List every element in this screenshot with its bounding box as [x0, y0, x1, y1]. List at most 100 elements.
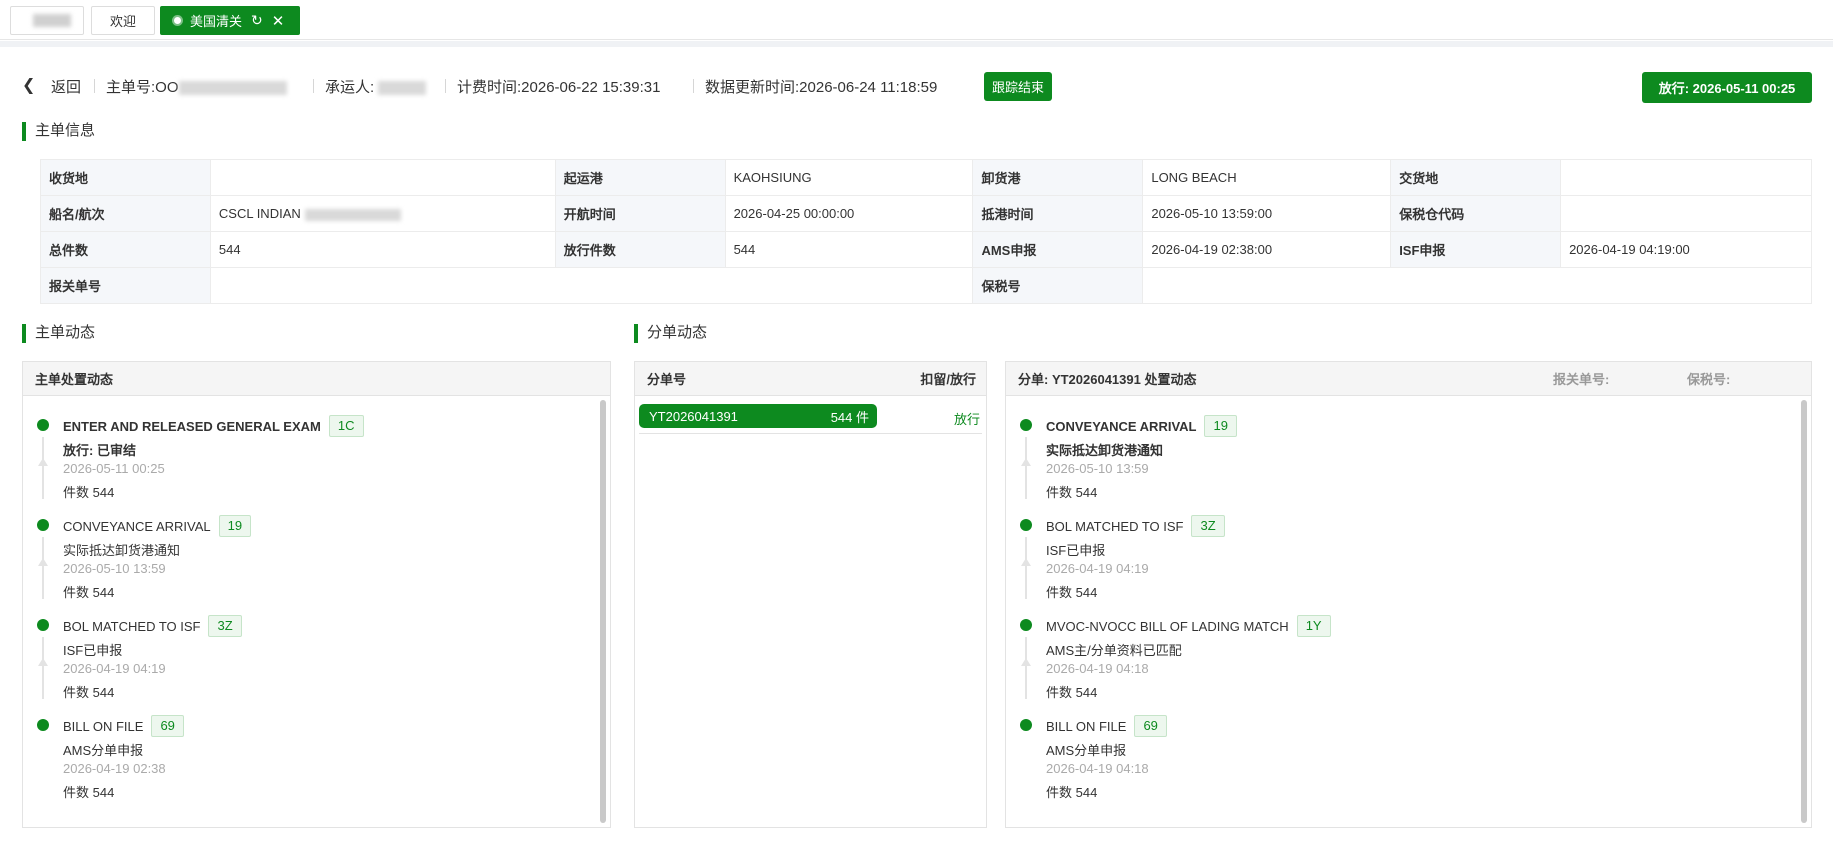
- sub-dynamic-panel: 分单: YT2026041391 处置动态 报关单号: 保税号: CONVEYA…: [1005, 361, 1812, 828]
- event-count: 件数 544: [63, 785, 115, 800]
- tab-us-customs[interactable]: 美国清关 ↻ ✕: [160, 6, 300, 35]
- tab-divider: [0, 41, 1833, 47]
- info-label: 起运港: [554, 159, 726, 196]
- info-label: 放行件数: [554, 231, 726, 268]
- info-value: CSCL INDIAN: [218, 206, 301, 221]
- event-name: BILL ON FILE: [1046, 718, 1127, 734]
- info-label: 船名/航次: [40, 195, 211, 232]
- event-code-badge: 3Z: [1191, 515, 1225, 537]
- update-time-value: 2026-06-24 11:18:59: [799, 79, 938, 96]
- event-time: 2026-04-19 04:19: [63, 661, 166, 676]
- event-title: ENTER AND RELEASED GENERAL EXAM 1C: [63, 415, 364, 437]
- event-code-badge: 69: [151, 715, 184, 737]
- timeline-line: [1025, 537, 1027, 599]
- scrollbar[interactable]: [600, 400, 606, 823]
- table-row: 船名/航次 CSCL INDIAN 开航时间 2026-04-25 00:00:…: [40, 195, 1812, 232]
- info-label: 保税号: [972, 267, 1144, 304]
- blurred-tab-label: [33, 14, 71, 27]
- info-label: 开航时间: [554, 195, 726, 232]
- event-time: 2026-04-19 04:18: [1046, 661, 1149, 676]
- event-desc: AMS分单申报: [63, 743, 144, 758]
- info-label: 卸货港: [972, 159, 1144, 196]
- event-name: ENTER AND RELEASED GENERAL EXAM: [63, 418, 321, 434]
- timeline-line: [42, 437, 44, 499]
- sub-bill-row[interactable]: YT2026041391 544 件 放行: [639, 402, 982, 434]
- scrollbar[interactable]: [1801, 400, 1807, 823]
- tab-blurred[interactable]: [10, 6, 84, 35]
- timeline-dot: [37, 619, 49, 631]
- info-label: 抵港时间: [972, 195, 1144, 232]
- billing-time: 计费时间:2026-06-22 15:39:31: [457, 76, 660, 97]
- tab-welcome[interactable]: 欢迎: [91, 6, 155, 35]
- chevron-left-icon[interactable]: ❮: [22, 75, 35, 95]
- timeline-dot: [1020, 419, 1032, 431]
- sub-bill-selected[interactable]: YT2026041391 544 件: [639, 404, 877, 428]
- master-no: 主单号:OO: [106, 76, 287, 97]
- event-code-badge: 69: [1134, 715, 1167, 737]
- sub-bill-status: 放行: [953, 412, 980, 427]
- event-desc: 实际抵达卸货港通知: [1046, 443, 1164, 458]
- timeline-item: BILL ON FILE 69 AMS分单申报 2026-04-19 04:18 …: [1020, 702, 1791, 802]
- info-value: 2026-04-19 04:19:00: [1560, 231, 1812, 268]
- info-label: ISF申报: [1390, 231, 1562, 268]
- event-count: 件数 544: [63, 685, 115, 700]
- event-title: BOL MATCHED TO ISF 3Z: [1046, 515, 1225, 537]
- event-title: CONVEYANCE ARRIVAL 19: [63, 515, 252, 537]
- timeline-item: BOL MATCHED TO ISF 3Z ISF已申报 2026-04-19 0…: [1020, 502, 1791, 602]
- event-code-badge: 1Y: [1296, 615, 1331, 637]
- info-value: 2026-04-19 02:38:00: [1142, 231, 1392, 268]
- update-time: 数据更新时间:2026-06-24 11:18:59: [705, 76, 937, 97]
- timeline-line: [1025, 437, 1027, 499]
- arrow-up-icon: [1021, 558, 1031, 566]
- event-time: 2026-04-19 04:18: [1046, 761, 1149, 776]
- event-count: 件数 544: [1046, 585, 1098, 600]
- event-count: 件数 544: [1046, 785, 1098, 800]
- event-title: MVOC-NVOCC BILL OF LADING MATCH 1Y: [1046, 615, 1331, 637]
- close-icon[interactable]: ✕: [272, 12, 285, 30]
- master-dynamic-head: 主单处置动态: [23, 362, 610, 396]
- sub-bill-count: 544 件: [830, 409, 869, 425]
- event-count: 件数 544: [63, 485, 115, 500]
- back-link[interactable]: 返回: [51, 76, 81, 97]
- event-title: BILL ON FILE 69: [1046, 715, 1167, 737]
- col-sub-no: 分单号: [647, 372, 687, 387]
- timeline-dot: [1020, 519, 1032, 531]
- event-desc: ISF已申报: [63, 643, 123, 658]
- event-count: 件数 544: [1046, 485, 1098, 500]
- tracking-ended-button[interactable]: 跟踪结束: [984, 72, 1052, 101]
- refresh-icon[interactable]: ↻: [251, 12, 263, 29]
- event-time: 2026-04-19 02:38: [63, 761, 166, 776]
- table-row: 总件数 544 放行件数 544 AMS申报 2026-04-19 02:38:…: [40, 231, 1812, 268]
- info-value: [209, 159, 556, 196]
- event-desc: AMS主/分单资料已匹配: [1046, 643, 1182, 658]
- arrow-up-icon: [38, 458, 48, 466]
- event-code-badge: 1C: [328, 415, 364, 437]
- master-no-prefix: OO: [155, 79, 179, 96]
- divider: [445, 79, 446, 93]
- event-code-badge: 19: [1204, 415, 1237, 437]
- divider: [313, 79, 314, 93]
- info-label: AMS申报: [972, 231, 1144, 268]
- event-name: CONVEYANCE ARRIVAL: [63, 518, 211, 534]
- event-time: 2026-05-11 00:25: [63, 461, 165, 476]
- event-desc: 放行: 已审结: [63, 443, 136, 458]
- event-name: CONVEYANCE ARRIVAL: [1046, 418, 1197, 434]
- billing-time-label: 计费时间:: [457, 79, 522, 96]
- event-time: 2026-04-19 04:19: [1046, 561, 1149, 576]
- tab-us-customs-label: 美国清关: [190, 14, 243, 29]
- info-value: LONG BEACH: [1142, 159, 1392, 196]
- info-value: 2026-04-25 00:00:00: [724, 195, 974, 232]
- event-count: 件数 544: [1046, 685, 1098, 700]
- master-no-redacted: [178, 81, 287, 96]
- timeline-dot: [37, 519, 49, 531]
- info-value: KAOHSIUNG: [724, 159, 974, 196]
- arrow-up-icon: [38, 658, 48, 666]
- info-value: [1142, 267, 1812, 304]
- detail-header: ❮ 返回 主单号:OO 承运人: 计费时间:2026-06-22 15:39:3…: [0, 70, 1833, 103]
- arrow-up-icon: [1021, 658, 1031, 666]
- bond-no-label: 保税号:: [1687, 372, 1731, 387]
- timeline-line: [42, 637, 44, 699]
- table-row: 报关单号 保税号: [40, 267, 1812, 304]
- info-label: 报关单号: [40, 267, 211, 304]
- event-desc: ISF已申报: [1046, 543, 1106, 558]
